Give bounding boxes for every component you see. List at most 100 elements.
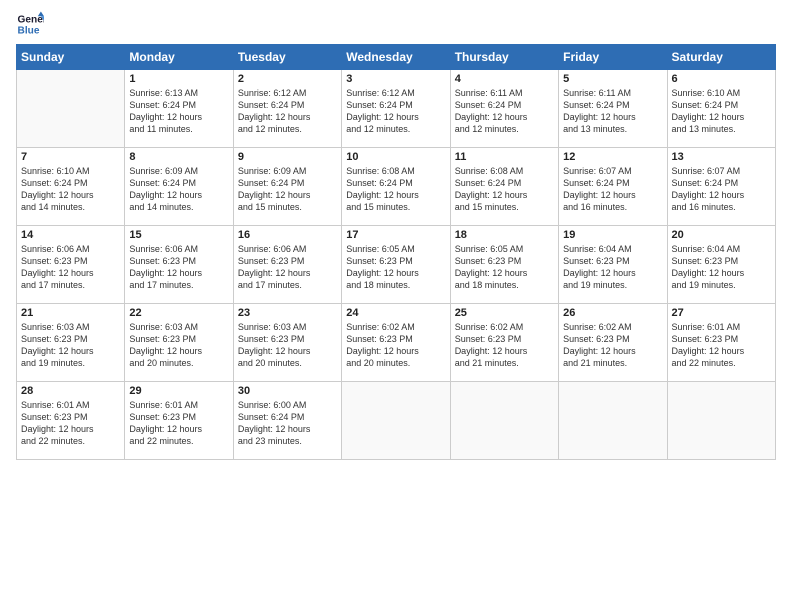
calendar-cell: 2Sunrise: 6:12 AMSunset: 6:24 PMDaylight… — [233, 70, 341, 148]
calendar-cell: 4Sunrise: 6:11 AMSunset: 6:24 PMDaylight… — [450, 70, 558, 148]
calendar-cell: 21Sunrise: 6:03 AMSunset: 6:23 PMDayligh… — [17, 304, 125, 382]
cell-content: Sunrise: 6:05 AMSunset: 6:23 PMDaylight:… — [455, 243, 554, 292]
calendar-cell: 26Sunrise: 6:02 AMSunset: 6:23 PMDayligh… — [559, 304, 667, 382]
date-number: 11 — [455, 151, 554, 163]
date-number: 6 — [672, 73, 771, 85]
calendar-cell: 16 Sunrise: 6:06 AMSunset: 6:23 PMDayligh… — [233, 226, 341, 304]
day-header-saturday: Saturday — [667, 45, 775, 70]
cell-content: Sunrise: 6:03 AMSunset: 6:23 PMDaylight:… — [21, 321, 120, 370]
cell-content: Sunrise: 6:08 AMSunset: 6:24 PMDaylight:… — [455, 165, 554, 214]
cell-content: Sunrise: 6:01 AMSunset: 6:23 PMDaylight:… — [129, 399, 228, 448]
date-number: 18 — [455, 229, 554, 241]
cell-content: Sunrise: 6:04 AMSunset: 6:23 PMDaylight:… — [563, 243, 662, 292]
day-header-wednesday: Wednesday — [342, 45, 450, 70]
calendar-table: SundayMondayTuesdayWednesdayThursdayFrid… — [16, 44, 776, 460]
date-number: 2 — [238, 73, 337, 85]
week-row-1: 1 Sunrise: 6:13 AMSunset: 6:24 PMDaylight… — [17, 70, 776, 148]
day-header-tuesday: Tuesday — [233, 45, 341, 70]
calendar-cell: 5 Sunrise: 6:11 AMSunset: 6:24 PMDaylight… — [559, 70, 667, 148]
page: General Blue SundayMondayTuesdayWednesda… — [0, 0, 792, 612]
calendar-cell: 30 Sunrise: 6:00 AMSunset: 6:24 PMDayligh… — [233, 382, 341, 460]
calendar-cell: 8Sunrise: 6:09 AMSunset: 6:24 PMDaylight… — [125, 148, 233, 226]
cell-content: Sunrise: 6:10 AMSunset: 6:24 PMDaylight:… — [672, 87, 771, 136]
cell-content: Sunrise: 6:02 AMSunset: 6:23 PMDaylight:… — [346, 321, 445, 370]
calendar-cell: 22 Sunrise: 6:03 AMSunset: 6:23 PMDayligh… — [125, 304, 233, 382]
cell-content: Sunrise: 6:06 AMSunset: 6:23 PMDaylight:… — [238, 243, 337, 292]
date-number: 23 — [238, 307, 337, 319]
date-number: 24 — [346, 307, 445, 319]
date-number: 5 — [563, 73, 662, 85]
calendar-cell: 15Sunrise: 6:06 AMSunset: 6:23 PMDayligh… — [125, 226, 233, 304]
date-number: 10 — [346, 151, 445, 163]
cell-content: Sunrise: 6:07 AMSunset: 6:24 PMDaylight:… — [563, 165, 662, 214]
calendar-cell: 12 Sunrise: 6:07 AMSunset: 6:24 PMDayligh… — [559, 148, 667, 226]
date-number: 13 — [672, 151, 771, 163]
calendar-cell: 7Sunrise: 6:10 AMSunset: 6:24 PMDaylight… — [17, 148, 125, 226]
calendar-cell — [342, 382, 450, 460]
date-number: 22 — [129, 307, 228, 319]
cell-content: Sunrise: 6:00 AMSunset: 6:24 PMDaylight:… — [238, 399, 337, 448]
cell-content: Sunrise: 6:09 AMSunset: 6:24 PMDaylight:… — [238, 165, 337, 214]
date-number: 8 — [129, 151, 228, 163]
calendar-cell — [17, 70, 125, 148]
cell-content: Sunrise: 6:12 AMSunset: 6:24 PMDaylight:… — [346, 87, 445, 136]
cell-content: Sunrise: 6:01 AMSunset: 6:23 PMDaylight:… — [21, 399, 120, 448]
logo: General Blue — [16, 10, 48, 38]
day-header-monday: Monday — [125, 45, 233, 70]
day-header-friday: Friday — [559, 45, 667, 70]
cell-content: Sunrise: 6:06 AMSunset: 6:23 PMDaylight:… — [21, 243, 120, 292]
date-number: 25 — [455, 307, 554, 319]
calendar-cell: 23 Sunrise: 6:03 AMSunset: 6:23 PMDayligh… — [233, 304, 341, 382]
week-row-3: 14Sunrise: 6:06 AMSunset: 6:23 PMDayligh… — [17, 226, 776, 304]
cell-content: Sunrise: 6:11 AMSunset: 6:24 PMDaylight:… — [455, 87, 554, 136]
date-number: 17 — [346, 229, 445, 241]
calendar-cell: 27 Sunrise: 6:01 AMSunset: 6:23 PMDayligh… — [667, 304, 775, 382]
cell-content: Sunrise: 6:10 AMSunset: 6:24 PMDaylight:… — [21, 165, 120, 214]
cell-content: Sunrise: 6:03 AMSunset: 6:23 PMDaylight:… — [129, 321, 228, 370]
week-row-5: 28 Sunrise: 6:01 AMSunset: 6:23 PMDayligh… — [17, 382, 776, 460]
cell-content: Sunrise: 6:04 AMSunset: 6:23 PMDaylight:… — [672, 243, 771, 292]
cell-content: Sunrise: 6:08 AMSunset: 6:24 PMDaylight:… — [346, 165, 445, 214]
calendar-cell — [559, 382, 667, 460]
date-number: 9 — [238, 151, 337, 163]
calendar-cell: 17 Sunrise: 6:05 AMSunset: 6:23 PMDayligh… — [342, 226, 450, 304]
calendar-cell — [450, 382, 558, 460]
calendar-cell: 6 Sunrise: 6:10 AMSunset: 6:24 PMDaylight… — [667, 70, 775, 148]
date-number: 30 — [238, 385, 337, 397]
cell-content: Sunrise: 6:05 AMSunset: 6:23 PMDaylight:… — [346, 243, 445, 292]
calendar-header-row: SundayMondayTuesdayWednesdayThursdayFrid… — [17, 45, 776, 70]
cell-content: Sunrise: 6:01 AMSunset: 6:23 PMDaylight:… — [672, 321, 771, 370]
day-header-thursday: Thursday — [450, 45, 558, 70]
cell-content: Sunrise: 6:02 AMSunset: 6:23 PMDaylight:… — [563, 321, 662, 370]
calendar-cell: 29 Sunrise: 6:01 AMSunset: 6:23 PMDayligh… — [125, 382, 233, 460]
calendar-cell — [667, 382, 775, 460]
calendar-cell: 10 Sunrise: 6:08 AMSunset: 6:24 PMDayligh… — [342, 148, 450, 226]
calendar-cell: 14Sunrise: 6:06 AMSunset: 6:23 PMDayligh… — [17, 226, 125, 304]
logo-icon: General Blue — [16, 10, 44, 38]
date-number: 20 — [672, 229, 771, 241]
calendar-cell: 3Sunrise: 6:12 AMSunset: 6:24 PMDaylight… — [342, 70, 450, 148]
week-row-4: 21Sunrise: 6:03 AMSunset: 6:23 PMDayligh… — [17, 304, 776, 382]
day-header-sunday: Sunday — [17, 45, 125, 70]
calendar-cell: 19Sunrise: 6:04 AMSunset: 6:23 PMDayligh… — [559, 226, 667, 304]
calendar-cell: 20 Sunrise: 6:04 AMSunset: 6:23 PMDayligh… — [667, 226, 775, 304]
date-number: 27 — [672, 307, 771, 319]
week-row-2: 7Sunrise: 6:10 AMSunset: 6:24 PMDaylight… — [17, 148, 776, 226]
cell-content: Sunrise: 6:11 AMSunset: 6:24 PMDaylight:… — [563, 87, 662, 136]
date-number: 29 — [129, 385, 228, 397]
cell-content: Sunrise: 6:03 AMSunset: 6:23 PMDaylight:… — [238, 321, 337, 370]
cell-content: Sunrise: 6:07 AMSunset: 6:24 PMDaylight:… — [672, 165, 771, 214]
calendar-cell: 25 Sunrise: 6:02 AMSunset: 6:23 PMDayligh… — [450, 304, 558, 382]
calendar-cell: 9 Sunrise: 6:09 AMSunset: 6:24 PMDaylight… — [233, 148, 341, 226]
date-number: 1 — [129, 73, 228, 85]
calendar-body: 1 Sunrise: 6:13 AMSunset: 6:24 PMDaylight… — [17, 70, 776, 460]
header: General Blue — [16, 10, 776, 38]
cell-content: Sunrise: 6:02 AMSunset: 6:23 PMDaylight:… — [455, 321, 554, 370]
cell-content: Sunrise: 6:13 AMSunset: 6:24 PMDaylight:… — [129, 87, 228, 136]
date-number: 28 — [21, 385, 120, 397]
calendar-cell: 28 Sunrise: 6:01 AMSunset: 6:23 PMDayligh… — [17, 382, 125, 460]
date-number: 16 — [238, 229, 337, 241]
calendar-cell: 24 Sunrise: 6:02 AMSunset: 6:23 PMDayligh… — [342, 304, 450, 382]
date-number: 12 — [563, 151, 662, 163]
calendar-cell: 11 Sunrise: 6:08 AMSunset: 6:24 PMDayligh… — [450, 148, 558, 226]
